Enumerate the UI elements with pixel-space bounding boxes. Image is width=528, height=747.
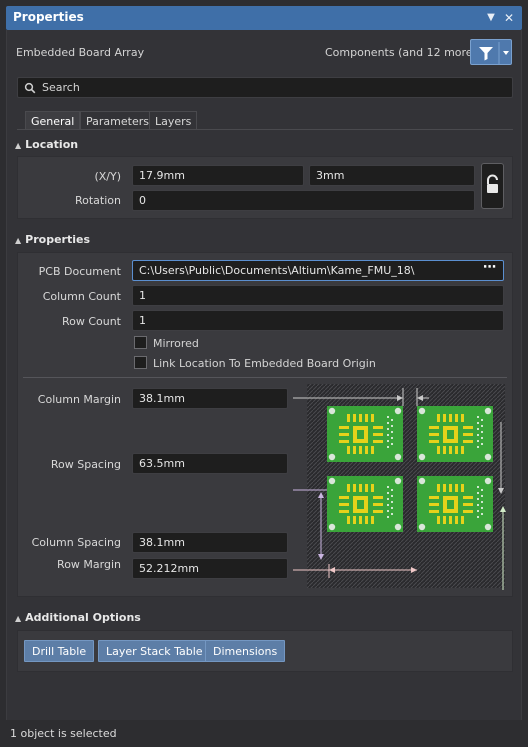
tab-parameters[interactable]: Parameters — [80, 111, 155, 130]
pcb-document-label: PCB Document — [38, 265, 121, 278]
section-header-location[interactable]: ▲ Location — [15, 138, 78, 151]
row-count-label: Row Count — [61, 315, 121, 328]
column-margin-input[interactable]: 38.1mm — [132, 388, 288, 409]
filter-summary-label: Components (and 12 more) — [325, 46, 477, 59]
close-icon[interactable]: ✕ — [502, 11, 516, 25]
xy-label: (X/Y) — [94, 170, 121, 183]
dropdown-arrow-icon[interactable]: ▼ — [484, 11, 498, 25]
unlock-icon — [487, 174, 498, 193]
rotation-input[interactable]: 0 — [132, 190, 475, 211]
search-input[interactable]: Search — [17, 77, 513, 98]
embedded-board — [417, 476, 493, 532]
search-placeholder: Search — [42, 81, 80, 94]
filter-icon — [479, 42, 509, 64]
drill-table-button[interactable]: Drill Table — [24, 640, 95, 662]
mirrored-checkbox[interactable] — [134, 336, 147, 349]
link-location-label: Link Location To Embedded Board Origin — [153, 357, 376, 370]
board-array-diagram — [293, 384, 506, 590]
tab-underline — [17, 129, 513, 130]
column-spacing-label: Column Spacing — [31, 536, 121, 549]
row-margin-label: Row Margin — [57, 558, 121, 571]
title-bar-inner: Properties ▼ ✕ — [6, 6, 522, 30]
rotation-label: Rotation — [74, 194, 121, 207]
mirrored-label: Mirrored — [153, 337, 199, 350]
layer-stack-table-button[interactable]: Layer Stack Table — [98, 640, 211, 662]
divider — [23, 377, 507, 378]
embedded-board — [327, 476, 403, 532]
collapse-triangle-icon: ▲ — [15, 141, 22, 150]
column-count-label: Column Count — [42, 290, 121, 303]
y-input[interactable]: 3mm — [309, 165, 475, 186]
row-count-input[interactable]: 1 — [132, 310, 504, 331]
embedded-board — [417, 406, 493, 462]
tab-general[interactable]: General — [25, 111, 81, 130]
row-margin-input[interactable]: 52.212mm — [132, 558, 288, 579]
lock-button[interactable] — [481, 163, 504, 209]
section-header-additional-options[interactable]: ▲ Additional Options — [15, 611, 141, 624]
dimensions-button[interactable]: Dimensions — [205, 640, 286, 662]
pcb-document-path: C:\Users\Public\Documents\Altium\Kame_FM… — [139, 264, 415, 277]
column-spacing-input[interactable]: 38.1mm — [132, 532, 288, 553]
row-spacing-label: Row Spacing — [50, 458, 121, 471]
filter-button[interactable] — [470, 39, 512, 65]
object-type-label: Embedded Board Array — [16, 46, 145, 59]
pcb-document-input[interactable]: C:\Users\Public\Documents\Altium\Kame_FM… — [132, 260, 504, 281]
embedded-board — [327, 406, 403, 462]
panel-title: Properties — [13, 10, 84, 24]
row-spacing-input[interactable]: 63.5mm — [132, 453, 288, 474]
properties-panel: Embedded Board Array Components (and 12 … — [6, 30, 522, 720]
browse-ellipsis-icon[interactable]: ⋯ — [483, 260, 497, 275]
section-header-properties[interactable]: ▲ Properties — [15, 233, 90, 246]
search-icon — [24, 82, 36, 94]
tab-layers[interactable]: Layers — [149, 111, 198, 130]
column-count-input[interactable]: 1 — [132, 285, 504, 306]
collapse-triangle-icon: ▲ — [15, 236, 22, 245]
collapse-triangle-icon: ▲ — [15, 614, 22, 623]
title-bar: Properties ▼ ✕ — [0, 0, 528, 34]
link-location-checkbox[interactable] — [134, 356, 147, 369]
status-bar-text: 1 object is selected — [10, 727, 117, 740]
column-margin-label: Column Margin — [37, 393, 121, 406]
x-input[interactable]: 17.9mm — [132, 165, 304, 186]
chevron-down-icon — [503, 51, 509, 55]
